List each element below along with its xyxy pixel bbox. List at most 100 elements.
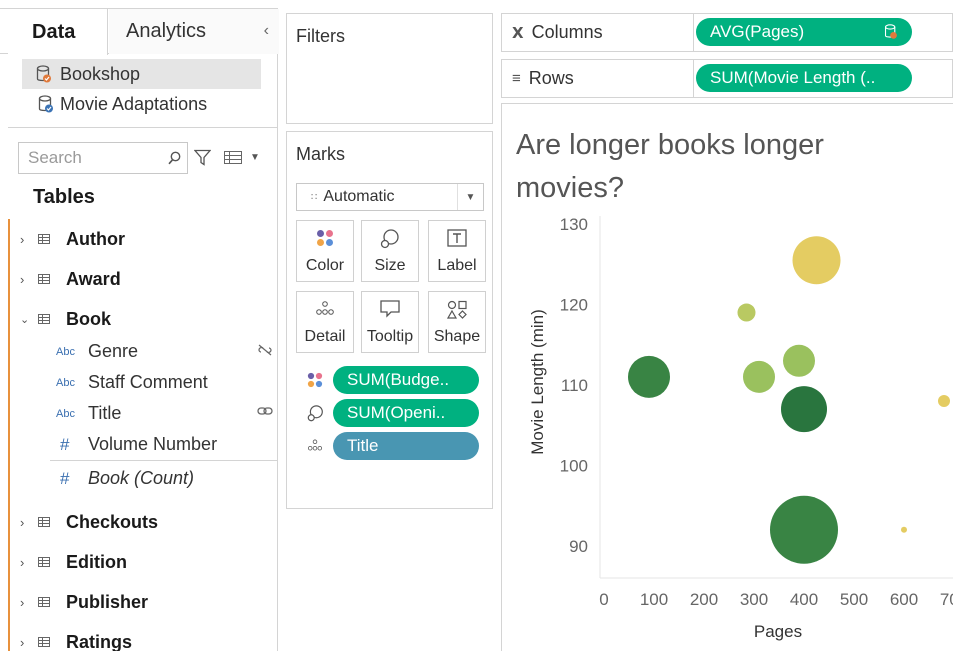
columns-shelf[interactable]: Ⅹ Columns AVG(Pages) bbox=[501, 13, 953, 52]
rows-shelf[interactable]: ≡ Rows SUM(Movie Length (.. bbox=[501, 59, 953, 98]
chevron-left-icon[interactable]: ‹ bbox=[264, 22, 269, 40]
chevron-down-icon[interactable]: ⌄ bbox=[20, 313, 29, 326]
chevron-right-icon[interactable]: › bbox=[20, 515, 24, 530]
table-row-book[interactable]: ⌄ Book bbox=[10, 304, 277, 335]
y-tick-label: 100 bbox=[560, 456, 588, 475]
columns-pill[interactable]: AVG(Pages) bbox=[696, 18, 912, 46]
tooltip-speech-icon bbox=[380, 300, 400, 318]
detail-pill[interactable]: Title bbox=[333, 432, 479, 460]
chevron-right-icon[interactable]: › bbox=[20, 595, 24, 610]
field-volume-number[interactable]: # Volume Number bbox=[10, 429, 277, 460]
detail-button[interactable]: Detail bbox=[296, 291, 354, 353]
tab-data[interactable]: Data bbox=[8, 9, 108, 55]
chevron-down-icon[interactable]: ▼ bbox=[250, 152, 260, 163]
chevron-down-icon[interactable]: ▼ bbox=[457, 184, 483, 210]
size-button[interactable]: Size bbox=[361, 220, 419, 282]
table-label: Checkouts bbox=[66, 512, 159, 532]
columns-label-text: Columns bbox=[531, 22, 603, 42]
datasource-bookshop[interactable]: Bookshop bbox=[22, 59, 261, 89]
datasource-list: Bookshop Movie Adaptations bbox=[0, 59, 277, 119]
tooltip-label: Tooltip bbox=[366, 328, 414, 345]
search-row: ▼ bbox=[18, 142, 273, 174]
table-row-award[interactable]: › Award bbox=[10, 264, 277, 295]
shape-button[interactable]: Shape bbox=[428, 291, 486, 353]
chevron-right-icon[interactable]: › bbox=[20, 555, 24, 570]
size-circles-icon bbox=[307, 405, 323, 422]
search-icon[interactable] bbox=[168, 151, 181, 165]
table-label: Award bbox=[66, 269, 121, 289]
color-button[interactable]: Color bbox=[296, 220, 354, 282]
size-circles-icon bbox=[380, 229, 399, 249]
tab-analytics[interactable]: Analytics ‹ bbox=[109, 9, 279, 54]
x-tick-label: 400 bbox=[790, 590, 818, 609]
field-label: Genre bbox=[88, 341, 139, 361]
columns-shelf-label: Ⅹ Columns bbox=[502, 14, 694, 51]
data-point bbox=[628, 355, 670, 398]
divider bbox=[50, 460, 277, 461]
string-type-icon: Abc bbox=[56, 376, 75, 389]
marks-card: Marks ∷ Automatic ▼ Color Size Label Det… bbox=[286, 131, 493, 509]
pane-tabs: Data Analytics ‹ bbox=[0, 9, 279, 55]
shape-icon bbox=[447, 300, 467, 319]
mark-type-value: Automatic bbox=[323, 188, 395, 205]
link-icon bbox=[257, 407, 273, 415]
label-label: Label bbox=[437, 257, 477, 274]
label-button[interactable]: Label bbox=[428, 220, 486, 282]
table-icon bbox=[38, 234, 50, 244]
field-genre[interactable]: Abc Genre bbox=[10, 336, 277, 367]
data-point bbox=[901, 526, 907, 533]
pill-label: AVG(Pages) bbox=[710, 22, 805, 41]
chevron-right-icon[interactable]: › bbox=[20, 232, 24, 247]
field-title[interactable]: Abc Title bbox=[10, 398, 277, 429]
x-tick-label: 600 bbox=[890, 590, 918, 609]
hidden-link-icon bbox=[258, 344, 272, 356]
pill-label: Title bbox=[347, 436, 379, 455]
chevron-right-icon[interactable]: › bbox=[20, 272, 24, 287]
x-tick-label: 300 bbox=[740, 590, 768, 609]
table-label: Ratings bbox=[66, 632, 133, 651]
table-row-edition[interactable]: › Edition bbox=[10, 547, 277, 578]
viz-view: Are longer books longer movies? 90 100 110… bbox=[501, 103, 953, 651]
color-pill[interactable]: SUM(Budge.. bbox=[333, 366, 479, 394]
table-row-publisher[interactable]: › Publisher bbox=[10, 587, 277, 618]
number-type-icon: # bbox=[60, 434, 70, 454]
table-row-ratings[interactable]: › Ratings bbox=[10, 627, 277, 651]
color-dots-icon bbox=[317, 230, 333, 246]
filters-card[interactable]: Filters bbox=[286, 13, 493, 124]
data-point bbox=[792, 236, 841, 285]
table-label: Edition bbox=[66, 552, 127, 572]
tab-analytics-label: Analytics bbox=[126, 20, 207, 42]
table-icon bbox=[38, 557, 50, 567]
table-row-checkouts[interactable]: › Checkouts bbox=[10, 507, 277, 538]
size-pill[interactable]: SUM(Openi.. bbox=[333, 399, 479, 427]
table-row-author[interactable]: › Author bbox=[10, 224, 277, 255]
string-type-icon: Abc bbox=[56, 345, 75, 358]
field-staff-comment[interactable]: Abc Staff Comment bbox=[10, 367, 277, 398]
datasource-movie-adaptations[interactable]: Movie Adaptations bbox=[0, 89, 277, 119]
table-icon bbox=[38, 517, 50, 527]
field-book-count[interactable]: # Book (Count) bbox=[10, 463, 277, 494]
number-type-icon: # bbox=[60, 468, 70, 488]
automatic-mark-icon: ∷ bbox=[311, 191, 318, 203]
rows-pill[interactable]: SUM(Movie Length (.. bbox=[696, 64, 912, 92]
datasource-icon bbox=[884, 24, 897, 39]
label-text-icon bbox=[447, 229, 467, 247]
filter-icon[interactable] bbox=[194, 149, 211, 166]
table-icon bbox=[38, 274, 50, 284]
tooltip-button[interactable]: Tooltip bbox=[361, 291, 419, 353]
x-tick-label: 0 bbox=[599, 590, 608, 609]
x-tick-label: 500 bbox=[840, 590, 868, 609]
y-tick-label: 90 bbox=[569, 537, 588, 556]
rows-label-text: Rows bbox=[528, 68, 574, 88]
search-input[interactable] bbox=[19, 143, 159, 173]
data-pane: Data Analytics ‹ Bookshop Movie Adaptati… bbox=[0, 8, 279, 651]
table-label: Book bbox=[66, 309, 111, 329]
mark-type-dropdown[interactable]: ∷ Automatic ▼ bbox=[296, 183, 484, 211]
table-icon bbox=[38, 314, 50, 324]
datasource-icon bbox=[36, 65, 51, 83]
list-view-icon[interactable] bbox=[224, 151, 242, 164]
color-dots-icon bbox=[307, 372, 323, 388]
y-tick-label: 120 bbox=[560, 295, 588, 314]
chevron-right-icon[interactable]: › bbox=[20, 635, 24, 650]
data-point bbox=[770, 495, 838, 564]
